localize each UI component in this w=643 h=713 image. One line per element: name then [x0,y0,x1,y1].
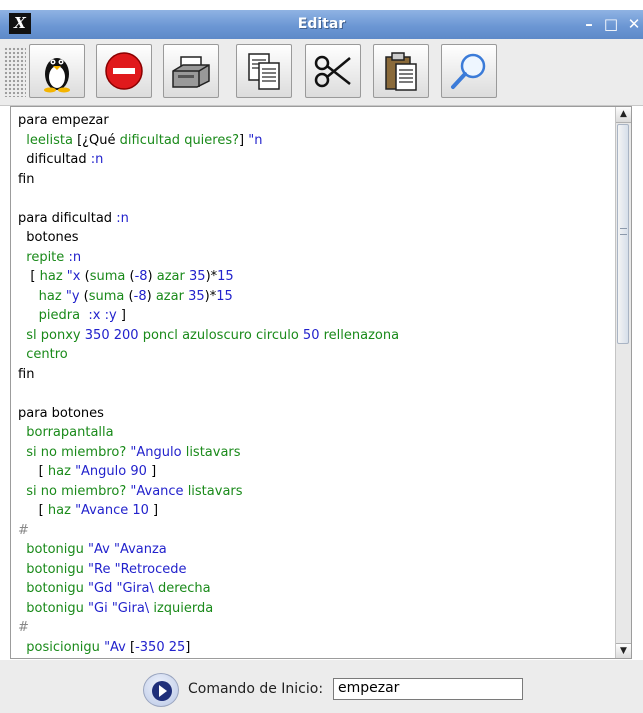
title-bar: X Editar – □ ✕ [0,10,643,39]
code-line[interactable]: piedra :x :y ] [18,306,615,326]
toolbar-grip[interactable] [4,47,26,97]
paste-button[interactable] [373,44,429,98]
copy-button[interactable] [236,44,292,98]
paste-icon [385,52,417,91]
code-line[interactable]: sl ponxy 350 200 poncl azuloscuro circul… [18,326,615,346]
code-line[interactable]: si no miembro? "Avance listavars [18,482,615,502]
code-line[interactable] [18,189,615,209]
scroll-down-icon[interactable]: ▼ [616,643,631,658]
linux-penguin-icon [44,58,70,93]
scissors-icon [314,55,351,88]
code-line[interactable]: botonigu "Av "Avanza [18,540,615,560]
vertical-scrollbar[interactable]: ▲ ▼ [615,107,631,658]
code-line[interactable]: para empezar [18,111,615,131]
minimize-icon[interactable]: – [579,13,599,35]
code-line[interactable]: dificultad :n [18,150,615,170]
code-line[interactable]: # [18,521,615,541]
code-line[interactable]: posicionigu "Av [-350 25] [18,638,615,658]
code-editor[interactable]: para empezar leelista [¿Qué dificultad q… [10,106,632,659]
code-line[interactable]: para dificultad :n [18,209,615,229]
print-button[interactable] [163,44,219,98]
window-title: Editar [297,16,346,32]
find-button[interactable] [441,44,497,98]
printer-icon [172,56,210,88]
code-line[interactable] [18,384,615,404]
code-line[interactable]: centro [18,345,615,365]
code-line[interactable]: botones [18,228,615,248]
code-line[interactable]: fin [18,170,615,190]
code-line[interactable]: repite :n [18,248,615,268]
bottom-bar: Comando de Inicio: empezar [0,660,643,713]
copy-icon [248,53,280,90]
code-text[interactable]: para empezar leelista [¿Qué dificultad q… [18,111,615,658]
code-line[interactable]: fin [18,365,615,385]
play-icon [152,681,172,701]
start-command-label: Comando de Inicio: [188,681,324,697]
code-line[interactable]: botonigu "Gd "Gira\ derecha [18,579,615,599]
magnifier-icon [451,53,486,89]
code-line[interactable]: [ haz "Angulo 90 ] [18,462,615,482]
penguin-button[interactable] [29,44,85,98]
start-command-input[interactable]: empezar [333,678,523,700]
code-line[interactable]: haz "y (suma (-8) azar 35)*15 [18,287,615,307]
stop-icon [105,52,143,90]
close-icon[interactable]: ✕ [624,13,643,35]
stop-button[interactable] [96,44,152,98]
code-line[interactable]: si no miembro? "Angulo listavars [18,443,615,463]
code-line[interactable]: botonigu "Re "Retrocede [18,560,615,580]
code-line[interactable]: [ haz "x (suma (-8) azar 35)*15 [18,267,615,287]
maximize-icon[interactable]: □ [601,13,621,35]
scroll-up-icon[interactable]: ▲ [616,107,631,123]
code-line[interactable]: # [18,618,615,638]
toolbar [0,39,643,106]
code-line[interactable]: para botones [18,404,615,424]
code-line[interactable]: [ haz "Avance 10 ] [18,501,615,521]
scroll-thumb[interactable] [617,124,629,344]
code-line[interactable]: posicionigu "Re [-360 -25] [18,657,615,658]
code-line[interactable]: botonigu "Gi "Gira\ izquierda [18,599,615,619]
cut-button[interactable] [305,44,361,98]
run-button[interactable] [143,673,179,707]
code-line[interactable]: leelista [¿Qué dificultad quieres?] "n [18,131,615,151]
code-line[interactable]: borrapantalla [18,423,615,443]
